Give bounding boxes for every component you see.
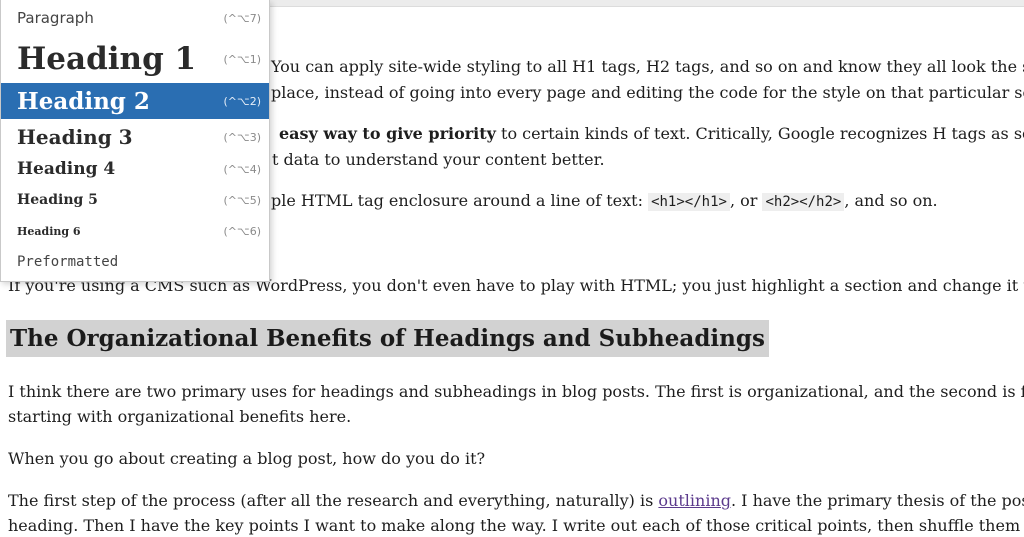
option-shortcut: (^⌥6) xyxy=(223,224,261,238)
text-run: , and so on. xyxy=(844,191,938,210)
option-shortcut: (^⌥1) xyxy=(223,52,261,66)
option-label: Heading 6 xyxy=(17,224,81,238)
selected-heading[interactable]: The Organizational Benefits of Headings … xyxy=(6,320,769,357)
format-option-heading-3[interactable]: Heading 3 (^⌥3) xyxy=(1,122,269,152)
text-run: , or xyxy=(729,191,763,210)
option-label: Heading 4 xyxy=(17,159,116,179)
paragraph-line: heading. Then I have the key points I wa… xyxy=(8,516,1024,535)
option-shortcut: (^⌥4) xyxy=(223,162,261,176)
format-option-preformatted[interactable]: Preformatted xyxy=(1,248,269,276)
inline-code-h2: <h2></h2> xyxy=(762,193,845,211)
paragraph-line: The first step of the process (after all… xyxy=(8,490,1024,512)
bold-text: easy way to give priority xyxy=(279,124,496,143)
inline-code-h1: <h1></h1> xyxy=(648,193,730,211)
format-dropdown: Paragraph (^⌥7) Heading 1 (^⌥1) Heading … xyxy=(0,0,270,282)
paragraph-line: t data to understand your content better… xyxy=(272,150,605,169)
option-label: Heading 1 xyxy=(17,41,197,77)
format-option-heading-6[interactable]: Heading 6 (^⌥6) xyxy=(1,219,269,243)
option-label: Heading 3 xyxy=(17,125,133,149)
option-shortcut: (^⌥5) xyxy=(223,193,261,207)
text-run: to certain kinds of text. Critically, Go… xyxy=(501,124,1024,143)
paragraph-line: I think there are two primary uses for h… xyxy=(8,382,1024,401)
paragraph-line: ple HTML tag enclosure around a line of … xyxy=(271,190,938,213)
format-option-heading-5[interactable]: Heading 5 (^⌥5) xyxy=(1,187,269,213)
option-shortcut: (^⌥2) xyxy=(223,94,261,108)
paragraph-line: You can apply site-wide styling to all H… xyxy=(271,57,1024,76)
format-option-paragraph[interactable]: Paragraph (^⌥7) xyxy=(1,4,269,32)
format-option-heading-4[interactable]: Heading 4 (^⌥4) xyxy=(1,155,269,183)
option-shortcut: (^⌥3) xyxy=(223,130,261,144)
paragraph-line: place, instead of going into every page … xyxy=(271,83,1024,102)
option-label: Heading 5 xyxy=(17,192,98,208)
text-run: . I have the primary thesis of the post,… xyxy=(731,491,1024,510)
option-label: Preformatted xyxy=(17,254,119,270)
outlining-link[interactable]: outlining xyxy=(658,491,731,510)
format-option-heading-1[interactable]: Heading 1 (^⌥1) xyxy=(1,38,269,80)
paragraph-line: starting with organizational benefits he… xyxy=(8,407,352,426)
paragraph-line: When you go about creating a blog post, … xyxy=(8,449,486,468)
text-run: The first step of the process (after all… xyxy=(8,491,659,510)
option-shortcut: (^⌥7) xyxy=(223,11,261,25)
paragraph-line: easy way to give priority to certain kin… xyxy=(279,123,1024,145)
option-label: Paragraph xyxy=(17,9,94,27)
option-label: Heading 2 xyxy=(17,87,150,115)
text-run: ple HTML tag enclosure around a line of … xyxy=(271,191,649,210)
format-option-heading-2[interactable]: Heading 2 (^⌥2) xyxy=(1,83,269,119)
